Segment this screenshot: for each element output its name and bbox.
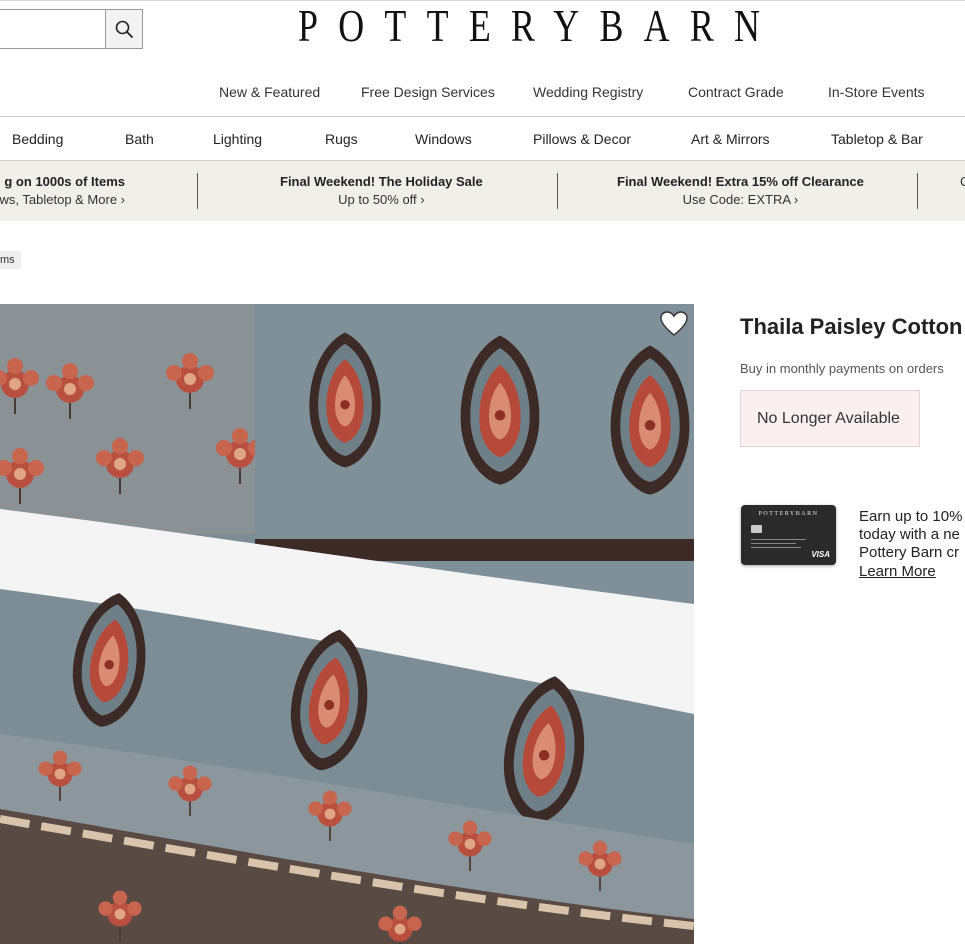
search-box: [0, 9, 143, 49]
card-text-line: [751, 539, 806, 540]
promo-bar: g on 1000s of Items ws, Tabletop & More …: [0, 161, 965, 221]
heart-icon: [660, 311, 688, 336]
promo-divider: [557, 173, 558, 209]
promo-item[interactable]: Final Weekend! Extra 15% off Clearance U…: [617, 173, 864, 209]
util-link-in-store-events[interactable]: In-Store Events: [828, 82, 925, 102]
promo-title: Final Weekend! Extra 15% off Clearance: [617, 174, 864, 189]
product-title: Thaila Paisley Cotton: [740, 314, 963, 339]
search-icon: [115, 20, 133, 38]
favorite-button[interactable]: [660, 311, 688, 337]
util-link-design-services[interactable]: Free Design Services: [361, 82, 495, 102]
credit-card-image: POTTERYBARN VISA: [741, 505, 836, 565]
promo-item[interactable]: g on 1000s of Items ws, Tabletop & More …: [0, 173, 125, 209]
util-link-new-featured[interactable]: New & Featured: [219, 82, 320, 102]
site-logo[interactable]: POTTERYBARN: [298, 2, 760, 50]
card-text-line: [751, 547, 801, 548]
paisley-bedding-photo: [0, 304, 694, 944]
installments-text: Buy in monthly payments on orders: [740, 361, 944, 376]
category-pillows-decor[interactable]: Pillows & Decor: [533, 130, 631, 148]
nav-divider: [0, 116, 965, 117]
promo-subtitle: ws, Tabletop & More ›: [0, 192, 125, 207]
category-lighting[interactable]: Lighting: [213, 130, 262, 148]
credit-promo-text: Earn up to 10% today with a ne Pottery B…: [859, 508, 965, 562]
credit-promo-line: Earn up to 10%: [859, 508, 963, 525]
promo-divider: [917, 173, 918, 209]
credit-promo-line: Pottery Barn cr: [859, 544, 960, 561]
promo-divider: [197, 173, 198, 209]
product-image[interactable]: [0, 304, 694, 944]
card-brand: POTTERYBARN: [758, 511, 819, 517]
card-chip-icon: [751, 525, 762, 533]
util-link-wedding-registry[interactable]: Wedding Registry: [533, 82, 643, 102]
credit-promo-line: today with a ne: [859, 526, 960, 543]
utility-nav: New & Featured Free Design Services Wedd…: [0, 82, 965, 102]
promo-subtitle: Use Code: EXTRA ›: [682, 192, 799, 207]
breadcrumb[interactable]: ms: [0, 251, 21, 269]
learn-more-link[interactable]: Learn More: [859, 563, 936, 581]
category-rugs[interactable]: Rugs: [325, 130, 358, 148]
category-art-mirrors[interactable]: Art & Mirrors: [691, 130, 770, 148]
promo-subtitle: Up to 50% off ›: [338, 192, 425, 207]
promo-title: Final Weekend! The Holiday Sale: [280, 174, 483, 189]
promo-item[interactable]: Final Weekend! The Holiday Sale Up to 50…: [280, 173, 483, 209]
availability-notice: No Longer Available: [740, 390, 920, 447]
search-input[interactable]: [0, 10, 105, 48]
util-link-contract-grade[interactable]: Contract Grade: [688, 82, 784, 102]
category-bedding[interactable]: Bedding: [12, 130, 63, 148]
category-tabletop-bar[interactable]: Tabletop & Bar: [831, 130, 923, 148]
card-text-line: [751, 543, 796, 544]
category-bath[interactable]: Bath: [125, 130, 154, 148]
search-button[interactable]: [105, 10, 142, 48]
card-network: VISA: [811, 550, 830, 559]
promo-item[interactable]: C: [960, 173, 965, 191]
promo-title: g on 1000s of Items: [4, 174, 125, 189]
promo-subtitle: C: [960, 174, 965, 189]
category-windows[interactable]: Windows: [415, 130, 472, 148]
